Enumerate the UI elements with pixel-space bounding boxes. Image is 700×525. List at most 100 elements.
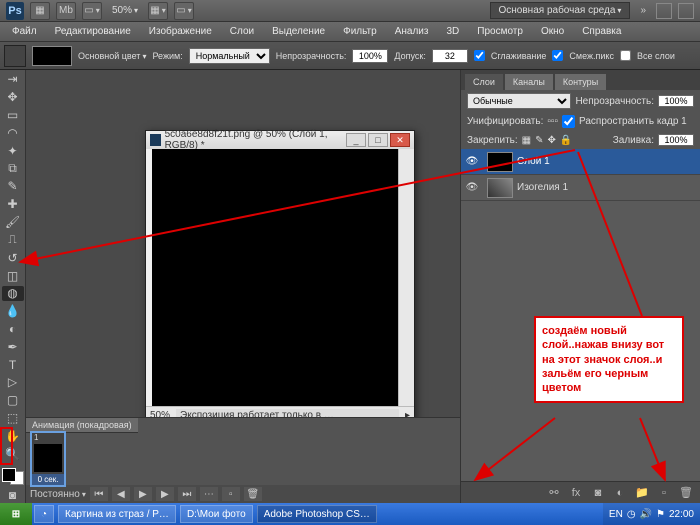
contiguous-checkbox[interactable] <box>552 50 563 61</box>
tween-button[interactable]: ⋯ <box>200 487 218 501</box>
eraser-tool[interactable]: ◫ <box>2 268 24 283</box>
lock-position-icon[interactable]: ✥ <box>548 135 556 146</box>
new-frame-button[interactable]: ▫ <box>222 487 240 501</box>
menu-window[interactable]: Окно <box>533 24 572 39</box>
maximize-button[interactable]: □ <box>368 133 388 147</box>
foreground-color-swatch[interactable] <box>2 468 16 482</box>
blend-mode-select[interactable]: Нормальный <box>189 48 270 64</box>
bucket-tool[interactable]: ◍ <box>2 286 24 301</box>
layer-opacity-input[interactable] <box>658 95 694 107</box>
brush-tool[interactable]: 🖌 <box>2 215 24 230</box>
next-frame-button[interactable]: ▶ <box>156 487 174 501</box>
lock-transparency-icon[interactable]: ▦ <box>522 135 531 146</box>
document-titlebar[interactable]: 5c0a6e8d8f21t.png @ 50% (Слой 1, RGB/8) … <box>146 131 414 149</box>
tray-icon[interactable]: ⚑ <box>656 509 665 520</box>
layer-name[interactable]: Изогелия 1 <box>517 182 568 193</box>
layer-row[interactable]: 👁 Изогелия 1 <box>461 175 700 201</box>
close-button[interactable]: ✕ <box>390 133 410 147</box>
menu-analysis[interactable]: Анализ <box>387 24 437 39</box>
tab-paths[interactable]: Контуры <box>555 74 606 90</box>
menu-layer[interactable]: Слои <box>222 24 262 39</box>
tab-layers[interactable]: Слои <box>465 74 503 90</box>
stamp-tool[interactable]: ⎍ <box>2 232 24 247</box>
menu-image[interactable]: Изображение <box>141 24 220 39</box>
tray-icon[interactable]: 🔊 <box>640 509 652 520</box>
minimize-button[interactable]: _ <box>346 133 366 147</box>
taskbar-item[interactable]: Adobe Photoshop CS… <box>257 505 377 523</box>
animation-frame[interactable]: 1 0 сек. <box>30 431 66 487</box>
csLive-icon[interactable] <box>656 3 672 19</box>
launch-bridge-icon[interactable]: ▦ <box>30 2 50 20</box>
menu-3d[interactable]: 3D <box>438 24 467 39</box>
move-tool[interactable]: ✥ <box>2 90 24 105</box>
adjustment-layer-icon[interactable]: ◐ <box>612 486 628 500</box>
menu-select[interactable]: Выделение <box>264 24 333 39</box>
taskbar-item[interactable]: Картина из страз / Р… <box>58 505 176 523</box>
3d-tool[interactable]: ⬚ <box>2 411 24 426</box>
wand-tool[interactable]: ✦ <box>2 143 24 158</box>
layer-blend-mode[interactable]: Обычные <box>467 93 571 109</box>
workspace-more-icon[interactable]: » <box>636 5 650 16</box>
visibility-toggle-icon[interactable]: 👁 <box>461 182 483 193</box>
last-frame-button[interactable]: ⏭ <box>178 487 196 501</box>
vertical-scrollbar[interactable] <box>398 149 414 406</box>
shape-tool[interactable]: ▢ <box>2 393 24 408</box>
frame-duration[interactable]: 0 сек. <box>32 474 64 485</box>
language-indicator[interactable]: EN <box>609 509 623 520</box>
zoom-level[interactable]: 50% <box>108 5 142 16</box>
workspace-button[interactable]: Основная рабочая среда <box>490 2 631 19</box>
quickmask-tool[interactable]: ◙ <box>2 488 24 503</box>
fill-swatch[interactable] <box>32 46 72 66</box>
first-frame-button[interactable]: ⏮ <box>90 487 108 501</box>
menu-help[interactable]: Справка <box>574 24 629 39</box>
delete-layer-icon[interactable]: 🗑 <box>678 486 694 500</box>
prev-frame-button[interactable]: ◀ <box>112 487 130 501</box>
menu-filter[interactable]: Фильтр <box>335 24 385 39</box>
lock-pixels-icon[interactable]: ✎ <box>535 135 543 146</box>
link-layers-icon[interactable]: ⚯ <box>546 486 562 500</box>
view-extras-icon[interactable]: ▭ <box>82 2 102 20</box>
visibility-toggle-icon[interactable]: 👁 <box>461 156 483 167</box>
heal-tool[interactable]: ✚ <box>2 197 24 212</box>
color-swatches[interactable] <box>2 468 24 485</box>
fill-source-label[interactable]: Основной цвет <box>78 51 146 61</box>
screen-mode-icon[interactable]: ▭ <box>174 2 194 20</box>
layer-name[interactable]: Слой 1 <box>517 156 550 167</box>
antialias-checkbox[interactable] <box>474 50 485 61</box>
document-canvas[interactable] <box>152 149 398 406</box>
taskbar-item[interactable]: D:\Мои фото <box>180 505 253 523</box>
bucket-tool-preset-icon[interactable] <box>4 45 26 67</box>
menu-file[interactable]: Файл <box>4 24 45 39</box>
layer-thumbnail[interactable] <box>487 178 513 198</box>
new-layer-icon[interactable]: ▫ <box>656 486 672 500</box>
hand-tool[interactable]: ✋ <box>2 428 24 443</box>
csLive2-icon[interactable] <box>678 3 694 19</box>
crop-tool[interactable]: ⧉ <box>2 161 24 176</box>
loop-select[interactable]: Постоянно <box>30 489 86 500</box>
path-tool[interactable]: ▷ <box>2 375 24 390</box>
delete-frame-button[interactable]: 🗑 <box>244 487 262 501</box>
lasso-tool[interactable]: ◠ <box>2 125 24 140</box>
opacity-input[interactable] <box>352 49 388 63</box>
dodge-tool[interactable]: ◐ <box>2 322 24 337</box>
taskbar-item[interactable]: ◔ <box>34 505 54 523</box>
eyedropper-tool[interactable]: ✎ <box>2 179 24 194</box>
lock-all-icon[interactable]: 🔒 <box>560 135 572 146</box>
menu-view[interactable]: Просмотр <box>469 24 531 39</box>
zoom-tool[interactable]: 🔍 <box>2 446 24 461</box>
fill-input[interactable] <box>658 134 694 146</box>
all-layers-checkbox[interactable] <box>620 50 631 61</box>
layer-style-icon[interactable]: fx <box>568 486 584 500</box>
history-brush-tool[interactable]: ↺ <box>2 250 24 265</box>
layer-thumbnail[interactable] <box>487 152 513 172</box>
pen-tool[interactable]: ✒ <box>2 339 24 354</box>
tab-channels[interactable]: Каналы <box>505 74 553 90</box>
type-tool[interactable]: T <box>2 357 24 372</box>
collapse-icon[interactable]: ⇥ <box>2 72 24 87</box>
layer-group-icon[interactable]: 📁 <box>634 486 650 500</box>
propagate-checkbox[interactable] <box>562 115 575 128</box>
tolerance-input[interactable] <box>432 49 468 63</box>
mini-bridge-icon[interactable]: Mb <box>56 2 76 20</box>
blur-tool[interactable]: 💧 <box>2 304 24 319</box>
layer-row[interactable]: 👁 Слой 1 <box>461 149 700 175</box>
